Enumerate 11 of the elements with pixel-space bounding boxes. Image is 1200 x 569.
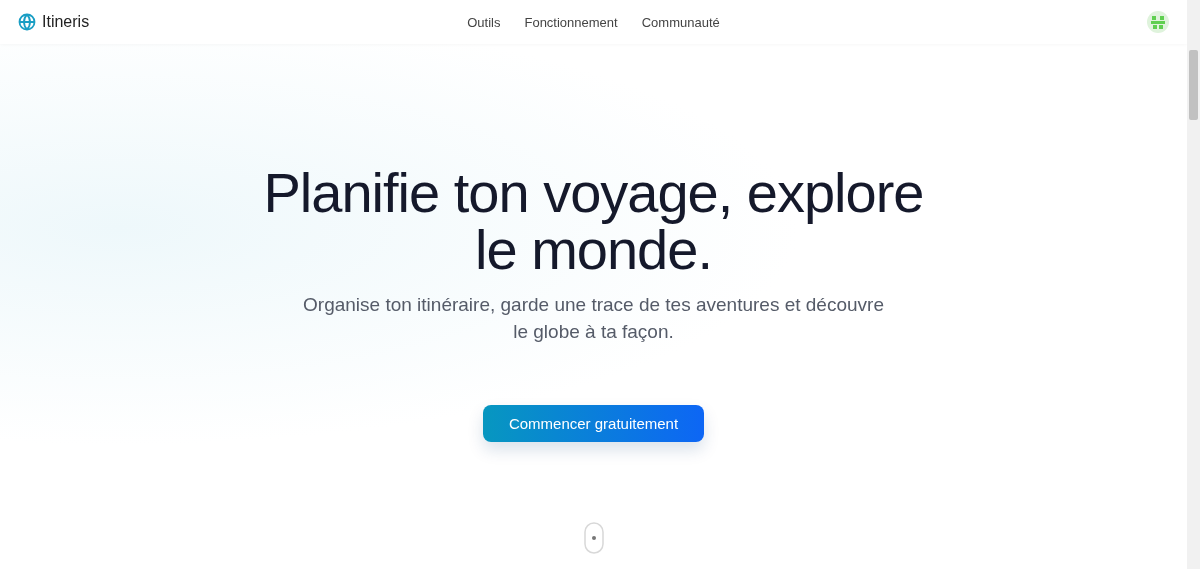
globe-icon	[18, 13, 36, 31]
nav-link[interactable]: Fonctionnement	[524, 14, 618, 30]
nav-link[interactable]: Communauté	[641, 14, 720, 30]
cta-button[interactable]: Commencer gratuitement	[483, 405, 704, 442]
logo-text[interactable]: Itineris	[42, 13, 90, 31]
avatar-icon[interactable]	[1147, 11, 1169, 33]
nav-link[interactable]: Outils	[467, 14, 501, 30]
hero-title: Planifie ton voyage, explore le monde.	[263, 164, 924, 278]
hero-subtitle: Organise ton itinéraire, garde une trace de tes aventures et découvre le globe à ta façon.	[303, 293, 884, 344]
scrollbar[interactable]	[1187, 0, 1200, 569]
scroll-mouse-icon	[583, 522, 604, 554]
